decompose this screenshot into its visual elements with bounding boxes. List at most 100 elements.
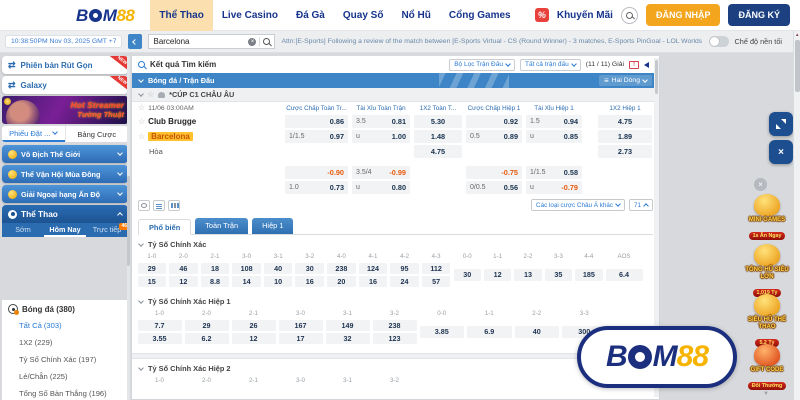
stats-chart-icon[interactable] — [168, 200, 180, 211]
odds-cell[interactable]: 5.30 — [414, 115, 462, 128]
score-odds-cell[interactable]: 238 — [373, 320, 417, 331]
sports-section-header[interactable]: Thể Thao — [2, 205, 128, 223]
star-icon[interactable] — [147, 91, 154, 99]
odds-cell[interactable]: 0.50.89 — [466, 130, 522, 143]
page-scrollbar[interactable] — [793, 31, 800, 400]
sidebar-bet-type[interactable]: 1X2 (229) — [2, 334, 128, 351]
star-icon[interactable] — [138, 133, 145, 141]
close-promos-button[interactable] — [754, 178, 767, 191]
score-odds-cell[interactable]: 123 — [373, 333, 417, 344]
odds-cell[interactable]: 1/1.50.97 — [285, 130, 348, 143]
score-odds-cell[interactable]: 3.85 — [420, 326, 465, 338]
sidebar-scrollbar[interactable] — [127, 56, 130, 400]
view-mode-dropdown[interactable]: Hai Dòng — [599, 75, 652, 86]
score-odds-cell[interactable]: 20 — [327, 276, 356, 287]
time-tab[interactable]: Trực tiếp46 — [86, 223, 128, 237]
promo-badge[interactable]: SIÊU HŨ THỂ THAO5.2 Tỷ — [740, 294, 794, 349]
nav-item[interactable]: Đá Gà — [287, 0, 334, 31]
odds-cell[interactable]: 0.92 — [466, 115, 522, 128]
score-odds-cell[interactable]: 3.55 — [138, 333, 182, 344]
hot-streamer-banner[interactable]: Hot Streamer Tường Thuật — [2, 96, 128, 124]
score-odds-cell[interactable]: 185 — [575, 269, 602, 281]
score-odds-cell[interactable]: 10 — [264, 276, 293, 287]
score-odds-cell[interactable]: 12 — [169, 276, 198, 287]
other-asian-bets-dropdown[interactable]: Các loại cược Châu Á khác — [531, 199, 625, 211]
sidebar-bet-type[interactable]: Tỷ Số Chính Xác (197) — [2, 351, 128, 368]
clear-search-icon[interactable] — [248, 38, 256, 46]
score-odds-cell[interactable]: 15 — [138, 276, 167, 287]
score-odds-cell[interactable]: 95 — [390, 263, 419, 274]
score-odds-cell[interactable]: 12 — [484, 269, 511, 281]
sidebar-league-button[interactable]: Vô Địch Thế Giới — [2, 145, 128, 163]
odds-cell[interactable]: 0/0.50.56 — [466, 181, 522, 194]
all-matches-dropdown[interactable]: Tất cả trận đấu — [520, 59, 581, 71]
login-button[interactable]: ĐĂNG NHẬP — [646, 4, 721, 26]
search-icon[interactable] — [621, 7, 638, 24]
odds-cell[interactable]: 1.89 — [598, 130, 652, 143]
score-odds-cell[interactable]: 13 — [514, 269, 541, 281]
register-button[interactable]: ĐĂNG KÝ — [728, 4, 790, 26]
bom88-logo[interactable]: B M 88 — [76, 7, 134, 24]
search-submit-icon[interactable] — [263, 38, 270, 45]
score-odds-cell[interactable]: 26 — [232, 320, 276, 331]
sport-group-football[interactable]: Bóng đá (380) — [2, 300, 128, 317]
nav-item[interactable]: Cổng Games — [440, 0, 520, 31]
score-odds-cell[interactable]: 7.7 — [138, 320, 182, 331]
odds-cell[interactable]: 3.5/4-0.99 — [352, 166, 410, 179]
score-odds-cell[interactable]: 6.4 — [606, 269, 643, 281]
odds-cell[interactable]: 4.75 — [414, 145, 462, 158]
score-odds-cell[interactable]: 30 — [295, 263, 324, 274]
expand-button[interactable] — [769, 112, 793, 136]
time-tab[interactable]: Sớm — [2, 223, 44, 237]
search-input[interactable] — [153, 37, 245, 46]
score-odds-cell[interactable]: 40 — [515, 326, 560, 338]
live-tv-icon[interactable] — [629, 61, 639, 69]
nav-item[interactable]: Quay Số — [334, 0, 393, 31]
promo-badge[interactable]: GIFT CODEĐổi Thưởng — [740, 344, 794, 392]
score-odds-cell[interactable]: 16 — [359, 276, 388, 287]
score-odds-cell[interactable]: 18 — [201, 263, 230, 274]
sidebar-league-button[interactable]: Giải Ngoại hạng Ấn Độ — [2, 185, 128, 203]
score-odds-cell[interactable]: 8.8 — [201, 276, 230, 287]
score-odds-cell[interactable]: 32 — [326, 333, 370, 344]
score-odds-cell[interactable]: 167 — [279, 320, 323, 331]
bet-slip-tab[interactable]: Phiếu Đặt ... — [2, 126, 65, 142]
score-odds-cell[interactable]: 17 — [279, 333, 323, 344]
score-odds-cell[interactable]: 35 — [545, 269, 572, 281]
odds-cell[interactable]: -0.75 — [466, 166, 522, 179]
bet-market-tab[interactable]: Phổ biến — [138, 219, 191, 235]
odds-cell[interactable]: 2.73 — [598, 145, 652, 158]
sound-icon[interactable] — [644, 62, 649, 68]
score-odds-cell[interactable]: 46 — [169, 263, 198, 274]
score-odds-cell[interactable]: 29 — [138, 263, 167, 274]
close-panel-button[interactable] — [769, 140, 793, 164]
odds-cell[interactable]: u0.85 — [526, 130, 582, 143]
sport-section-bar[interactable]: Bóng đá / Trận Đấu Hai Dòng — [132, 73, 659, 88]
sidebar-bet-type[interactable]: Tất Cả (303) — [2, 317, 128, 334]
nav-item[interactable]: Nổ Hũ — [392, 0, 439, 31]
nav-item[interactable]: Live Casino — [213, 0, 287, 31]
odds-cell[interactable]: -0.90 — [285, 166, 348, 179]
odds-cell[interactable]: 1.48 — [414, 130, 462, 143]
score-odds-cell[interactable]: 108 — [232, 263, 261, 274]
sidebar-league-button[interactable]: Thể Vận Hội Mùa Đông — [2, 165, 128, 183]
score-odds-cell[interactable]: 14 — [232, 276, 261, 287]
panel-scroll-thumb[interactable] — [655, 60, 658, 94]
nav-item[interactable]: Thể Thao — [150, 0, 212, 31]
page-scroll-thumb[interactable] — [795, 40, 800, 92]
galaxy-button[interactable]: Galaxy NEW — [2, 76, 128, 94]
score-odds-cell[interactable]: 16 — [295, 276, 324, 287]
time-tab[interactable]: Hôm Nay — [44, 223, 86, 237]
score-odds-cell[interactable]: 57 — [422, 276, 451, 287]
odds-cell[interactable]: u0.80 — [352, 181, 410, 194]
dark-mode-toggle[interactable] — [709, 36, 729, 47]
bet-market-tab[interactable]: Hiệp 1 — [252, 218, 293, 234]
score-section-header[interactable]: Tỷ Số Chính Xác — [132, 235, 659, 251]
league-header-row[interactable]: *CÚP C1 CHÂU ÂU — [132, 88, 659, 102]
score-odds-cell[interactable]: 238 — [327, 263, 356, 274]
odds-cell[interactable]: u-0.79 — [526, 181, 582, 194]
score-odds-cell[interactable]: 6.9 — [467, 326, 512, 338]
promo-scroll-down-icon[interactable] — [763, 391, 769, 397]
bet-market-tab[interactable]: Toàn Trận — [195, 218, 248, 234]
star-icon[interactable] — [138, 104, 145, 112]
